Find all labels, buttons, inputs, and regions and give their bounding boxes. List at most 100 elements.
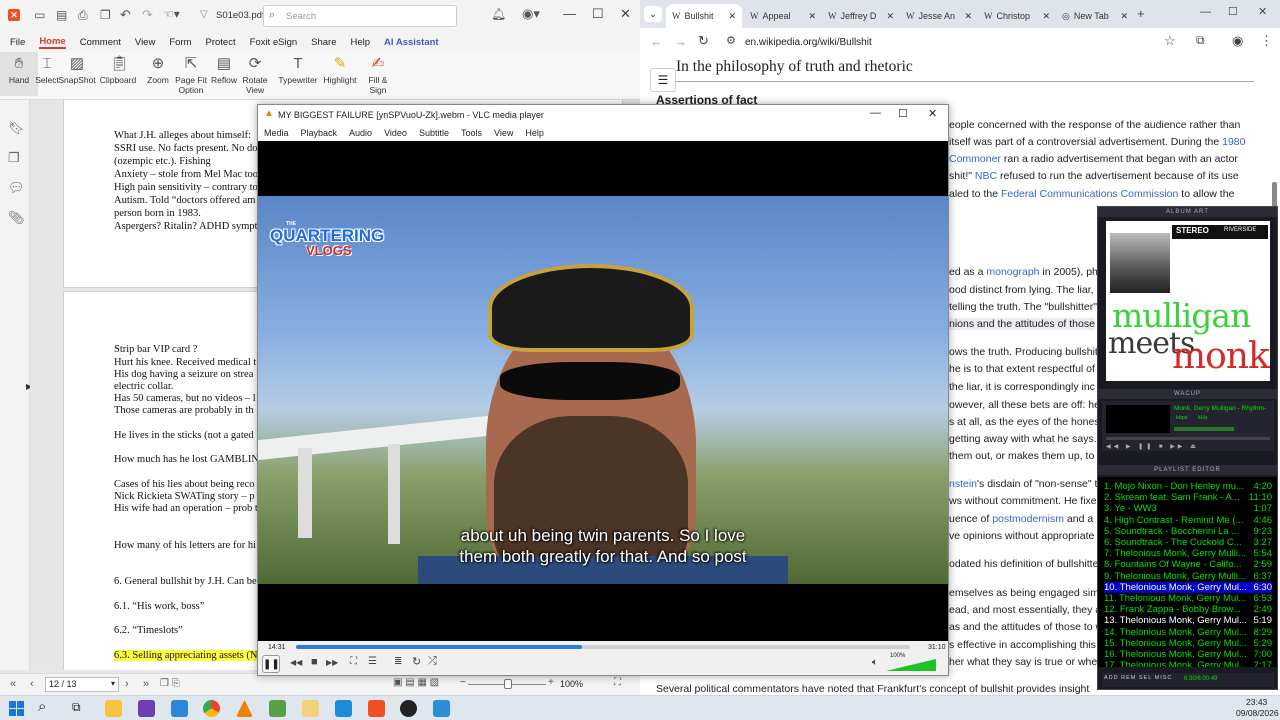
menu-ai-assistant[interactable]: AI Assistant xyxy=(384,37,439,48)
fullscreen-icon[interactable]: ⛶ xyxy=(614,677,621,688)
playlist-item[interactable]: 8. Fountains Of Wayne - Califo... 2:59 xyxy=(1104,559,1272,570)
playlist-item[interactable]: 9. Thelonious Monk, Gerry Mulli... 6:37 xyxy=(1104,571,1272,582)
playlist-item[interactable]: 17. Thelonious Monk, Gerry Mul... 7:17 xyxy=(1104,660,1272,667)
close-icon[interactable]: ✕ xyxy=(1120,11,1128,22)
tab-christop[interactable]: W Christop ✕ xyxy=(978,4,1056,28)
site-info-icon[interactable]: ⚙ xyxy=(726,34,736,47)
open-icon[interactable]: ▭ xyxy=(34,8,45,22)
app-icon[interactable] xyxy=(335,700,352,717)
redo-icon[interactable]: ↷ xyxy=(142,7,153,23)
close-icon[interactable]: ✕ xyxy=(928,107,937,120)
close-icon[interactable]: ✕ xyxy=(620,6,631,22)
search-icon[interactable]: ⌕ xyxy=(38,698,46,715)
minimize-icon[interactable]: — xyxy=(563,6,576,21)
last-page-icon[interactable]: » xyxy=(143,678,149,690)
menu-media[interactable]: Media xyxy=(264,128,289,138)
playlist-button[interactable]: ≣ xyxy=(394,656,402,667)
playlist-item[interactable]: 15. Thelonious Monk, Gerry Mul... 5:29 xyxy=(1104,638,1272,649)
vlc-icon[interactable] xyxy=(236,700,253,717)
reload-icon[interactable]: ↻ xyxy=(698,33,709,49)
minimize-icon[interactable]: — xyxy=(870,107,881,119)
close-icon[interactable]: ✕ xyxy=(886,11,894,22)
bookmark-star-icon[interactable]: ☆ xyxy=(1164,33,1176,49)
tab-jesse[interactable]: W Jesse An ✕ xyxy=(900,4,978,28)
playlist-item[interactable]: 6. Soundtrack - The Cuckold C... 3:27 xyxy=(1104,537,1272,548)
shuffle-button[interactable]: ⤮ xyxy=(428,655,437,668)
forward-icon[interactable]: → xyxy=(674,34,687,49)
task-view-icon[interactable]: ⧉ xyxy=(72,700,81,715)
zoom-out-icon[interactable]: − xyxy=(460,677,466,688)
menu-home[interactable]: Home xyxy=(39,36,66,49)
speaker-icon[interactable]: 🔈︎ xyxy=(872,657,878,668)
search-box[interactable]: ⌕ Search xyxy=(263,5,457,27)
zoom-slider-thumb[interactable] xyxy=(504,679,512,689)
tool-icon[interactable] xyxy=(433,700,450,717)
remote-desktop-icon[interactable] xyxy=(171,700,188,717)
tab-list-button[interactable]: ⌄ xyxy=(644,6,662,22)
menu-help[interactable]: Help xyxy=(525,128,544,138)
close-icon[interactable]: ✕ xyxy=(1258,5,1267,18)
playlist-item[interactable]: 1. Mojo Nixon - Don Henley mu... 4:20 xyxy=(1104,481,1272,492)
undo-icon[interactable]: ↶ xyxy=(120,7,131,23)
file-explorer-icon[interactable] xyxy=(105,700,122,717)
playlist-item[interactable]: 13. Thelonious Monk, Gerry Mul... 5:19 xyxy=(1104,615,1272,626)
menu-comment[interactable]: Comment xyxy=(80,37,121,48)
copy-icon[interactable]: ❐ xyxy=(100,8,111,22)
bookmark-icon[interactable]: 🔖︎ xyxy=(8,120,25,136)
menu-tools[interactable]: Tools xyxy=(461,128,482,138)
account-icon[interactable]: ◉▾ xyxy=(522,6,540,22)
save-icon[interactable]: ▤ xyxy=(56,8,67,22)
video-area[interactable]: THE QUARTERING VLOGS about uh being twin… xyxy=(258,141,948,641)
loop-button[interactable]: ↻ xyxy=(412,655,421,668)
prev-page-icon[interactable]: ‹ xyxy=(30,678,34,690)
bell-icon[interactable]: 🔔︎ xyxy=(491,7,506,21)
close-icon[interactable]: ✕ xyxy=(808,11,816,22)
attachment-icon[interactable]: 📎︎ xyxy=(8,210,25,226)
comments-icon[interactable]: 💬︎ xyxy=(8,180,25,196)
seek-bar[interactable] xyxy=(296,645,910,649)
transport-buttons[interactable]: ◀◀ ▶ ❚❚ ■ ▶▶ ⏏ xyxy=(1106,443,1199,450)
playlist-item[interactable]: 5. Soundtrack - Boccherini La ... 9:23 xyxy=(1104,526,1272,537)
volume-slider[interactable] xyxy=(1174,427,1234,431)
menu-view[interactable]: View xyxy=(135,37,155,48)
menu-file[interactable]: File xyxy=(10,37,25,48)
ribbon-snapshot[interactable]: ▨ SnapShot xyxy=(58,52,96,86)
zoom-in-icon[interactable]: + xyxy=(548,677,554,688)
start-button[interactable] xyxy=(9,701,24,716)
tab-appeal[interactable]: W Appeal ✕ xyxy=(744,4,822,28)
foxit-icon[interactable] xyxy=(368,700,385,717)
pages-icon[interactable]: ❐ xyxy=(8,150,20,166)
menu-view[interactable]: View xyxy=(494,128,513,138)
tab-jeffrey[interactable]: W Jeffrey D ✕ xyxy=(822,4,900,28)
visual-studio-icon[interactable] xyxy=(138,700,155,717)
toc-toggle[interactable]: ☰ xyxy=(650,68,676,92)
first-page-icon[interactable]: « xyxy=(10,678,16,690)
back-icon[interactable]: ← xyxy=(650,34,663,49)
stop-button[interactable]: ■ xyxy=(311,656,318,668)
tab-new-tab[interactable]: ◎ New Tab ✕ xyxy=(1056,4,1134,28)
maximize-icon[interactable]: ☐ xyxy=(592,6,604,22)
next-page-icon[interactable]: › xyxy=(125,678,129,690)
next-button[interactable]: ▶▶ xyxy=(326,658,338,667)
ribbon-clipboard[interactable]: 📋︎ Clipboard xyxy=(99,52,137,86)
playlist-item[interactable]: 14. Thelonious Monk, Gerry Mul... 8:29 xyxy=(1104,627,1272,638)
menu-subtitle[interactable]: Subtitle xyxy=(419,128,449,138)
close-icon[interactable]: ✕ xyxy=(964,11,972,22)
menu-protect[interactable]: Protect xyxy=(206,37,236,48)
pause-button[interactable]: ❚❚ xyxy=(262,655,280,673)
volume-slider[interactable]: 100% xyxy=(886,653,936,671)
minimize-icon[interactable]: — xyxy=(1200,6,1211,18)
close-icon[interactable]: ✕ xyxy=(1042,11,1050,22)
maximize-icon[interactable]: ☐ xyxy=(1228,5,1238,18)
playlist-item[interactable]: 7. Thelonious Monk, Gerry Mulli... 5:54 xyxy=(1104,548,1272,559)
menu-video[interactable]: Video xyxy=(384,128,407,138)
maximize-icon[interactable]: ☐ xyxy=(898,107,908,120)
fullscreen-button[interactable]: ⛶ xyxy=(350,656,357,667)
hand-tool-icon[interactable]: ☜▾ xyxy=(163,7,180,21)
extended-settings-button[interactable]: ☰ xyxy=(368,656,377,667)
menu-playback[interactable]: Playback xyxy=(301,128,338,138)
new-tab-icon[interactable]: + xyxy=(1137,6,1145,21)
ribbon-highlight[interactable]: ✎ Highlight xyxy=(320,52,360,86)
extensions-icon[interactable]: ⧉ xyxy=(1196,33,1205,48)
media-icon[interactable] xyxy=(400,700,417,717)
